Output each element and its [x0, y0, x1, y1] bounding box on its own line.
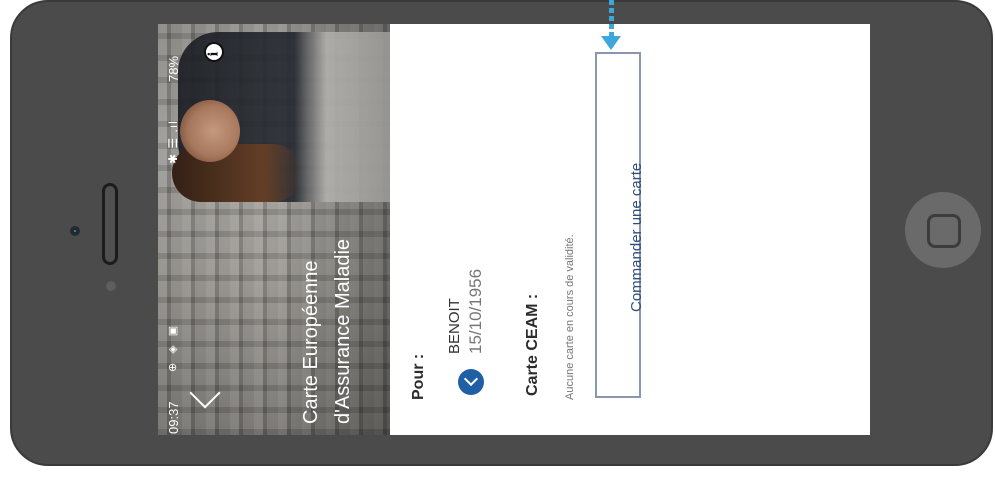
hero-title-line2: d'Assurance Maladie [332, 238, 354, 424]
user-name: BENOIT [446, 298, 463, 354]
hero-banner: 09:37 ⊕ ◈ ▣ ✱ ☰ .ıl 78% i Carte Européen… [158, 24, 390, 435]
order-card-button-label[interactable]: Commander une carte [628, 163, 645, 312]
info-icon-glyph: i [205, 51, 221, 57]
pointer-arrow-head-icon [601, 36, 621, 50]
status-notification-icons: ⊕ ◈ ▣ [167, 322, 179, 372]
pour-label: Pour : [410, 353, 427, 400]
battery-level: 78% [166, 55, 181, 82]
home-button[interactable] [905, 192, 981, 268]
status-time: 09:37 [166, 401, 181, 434]
user-birthdate: 15/10/1956 [466, 268, 485, 354]
status-signal-icons: ✱ ☰ .ıl [166, 120, 180, 164]
ceam-label: Carte CEAM : [524, 293, 541, 396]
front-camera [70, 226, 80, 236]
no-valid-card-message: Aucune carte en cours de validité. [564, 234, 576, 400]
hero-title-line1: Carte Européenne [300, 260, 322, 424]
user-selected-check-icon[interactable] [458, 369, 484, 395]
pointer-arrow-line [609, 0, 614, 36]
info-icon[interactable]: i [204, 42, 224, 62]
app-screen: 09:37 ⊕ ◈ ▣ ✱ ☰ .ıl 78% i Carte Européen… [158, 24, 870, 435]
speaker-grille [102, 183, 118, 265]
proximity-sensor [106, 281, 116, 291]
